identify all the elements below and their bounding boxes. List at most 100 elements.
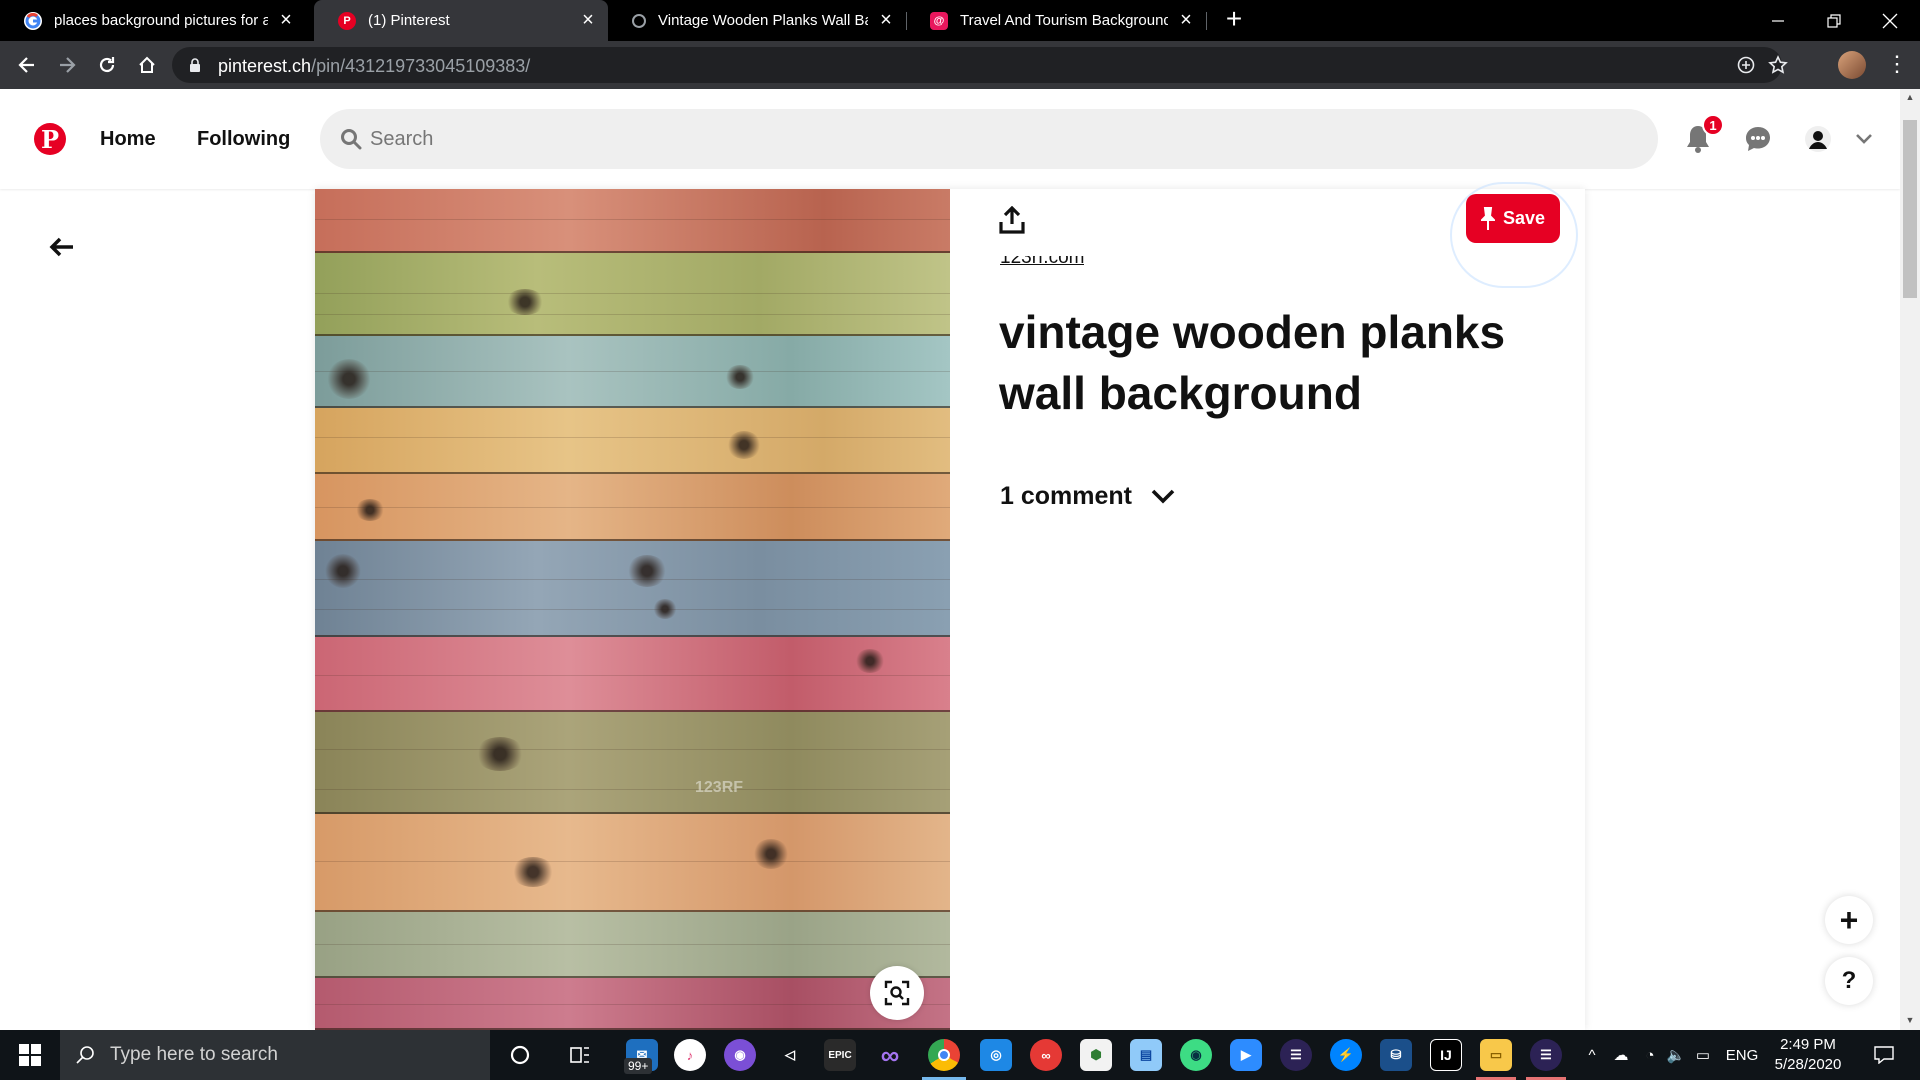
battery-icon[interactable]: ▭ — [1690, 1030, 1716, 1080]
wood-grain — [315, 1004, 950, 1005]
clock-time: 2:49 PM — [1780, 1036, 1836, 1053]
unity-icon[interactable]: ◁ — [774, 1039, 806, 1071]
cortana-icon[interactable] — [504, 1039, 536, 1071]
address-bar[interactable]: pinterest.ch/pin/431219733045109383/ — [172, 47, 1788, 83]
search-icon — [76, 1046, 94, 1064]
zoom-icon[interactable]: ▶ — [1230, 1039, 1262, 1071]
close-tab-icon[interactable]: × — [276, 9, 296, 31]
tab-separator — [1206, 12, 1207, 30]
package-app-icon[interactable]: ⬢ — [1080, 1039, 1112, 1071]
tray-overflow-chevron-icon[interactable]: ^ — [1580, 1030, 1604, 1080]
install-app-icon[interactable] — [1734, 53, 1758, 77]
nav-home-link[interactable]: Home — [100, 119, 156, 159]
share-upload-icon[interactable] — [996, 204, 1028, 236]
intellij-icon[interactable]: IJ — [1430, 1039, 1462, 1071]
close-pin-back-button[interactable] — [44, 229, 80, 265]
plank-khaki — [315, 712, 950, 814]
scrollbar-thumb[interactable] — [1903, 120, 1917, 298]
restore-icon — [1827, 13, 1841, 28]
lock-icon[interactable] — [190, 58, 200, 72]
pin-source-link[interactable]: 123rf.com — [1000, 256, 1084, 278]
scroll-up-icon[interactable]: ▲ — [1900, 92, 1920, 106]
action-center-icon[interactable] — [1864, 1030, 1904, 1080]
wood-knot — [725, 365, 755, 389]
comments-toggle[interactable]: 1 comment — [1000, 479, 1132, 513]
chrome-center-icon — [938, 1049, 950, 1061]
file-explorer-icon[interactable]: ▭ — [1480, 1039, 1512, 1071]
reload-button[interactable] — [92, 50, 122, 80]
nav-following-link[interactable]: Following — [197, 119, 290, 159]
arrow-left-icon — [49, 237, 73, 257]
restore-button[interactable] — [1806, 0, 1862, 41]
wifi-icon[interactable]: ◔ — [1638, 1030, 1662, 1080]
url-text[interactable]: pinterest.ch/pin/431219733045109383/ — [218, 56, 530, 77]
chevron-down-icon[interactable] — [1148, 482, 1178, 512]
browser-tab-strip: places background pictures for a × P (1)… — [0, 0, 1920, 41]
save-pin-button[interactable]: Save — [1466, 194, 1560, 243]
android-studio-icon[interactable]: ◉ — [1180, 1039, 1212, 1071]
search-input[interactable] — [370, 109, 1630, 169]
itunes-icon[interactable]: ♪ — [674, 1039, 706, 1071]
epic-games-icon[interactable]: EPIC — [824, 1039, 856, 1071]
tab-vintage-planks[interactable]: Vintage Wooden Planks Wall Bac × — [608, 0, 906, 41]
onedrive-cloud-icon[interactable]: ☁ — [1608, 1030, 1634, 1080]
taskbar-search-input[interactable] — [110, 1044, 470, 1066]
podcast-app-icon[interactable]: ◉ — [724, 1039, 756, 1071]
eclipse-icon[interactable]: ☰ — [1280, 1039, 1312, 1071]
tab-travel-tourism[interactable]: @ Travel And Tourism Background V × — [906, 0, 1206, 41]
minimize-icon — [1772, 19, 1784, 22]
create-pin-button[interactable]: + — [1825, 896, 1873, 944]
system-clock[interactable]: 2:49 PM 5/28/2020 — [1770, 1035, 1846, 1075]
pushpin-icon — [1480, 206, 1495, 230]
notes-app-icon[interactable]: ▤ — [1130, 1039, 1162, 1071]
wood-grain — [315, 749, 950, 750]
wood-knot — [627, 555, 667, 587]
minimize-button[interactable] — [1750, 0, 1806, 41]
pinterest-logo-icon[interactable]: P — [34, 123, 66, 155]
scroll-down-icon[interactable]: ▼ — [1900, 1015, 1920, 1029]
wood-grain — [315, 371, 950, 372]
home-icon — [139, 56, 155, 73]
wood-knot — [511, 857, 555, 887]
tab-pinterest[interactable]: P (1) Pinterest × — [314, 0, 608, 41]
mysql-workbench-icon[interactable]: ⛁ — [1380, 1039, 1412, 1071]
profile-avatar[interactable] — [1838, 51, 1866, 79]
browser-menu-icon[interactable]: ⋮ — [1886, 51, 1908, 79]
account-menu-chevron-icon[interactable] — [1842, 117, 1886, 161]
close-tab-icon[interactable]: × — [578, 9, 598, 31]
messenger-icon[interactable]: ⚡ — [1330, 1039, 1362, 1071]
visual-studio-icon[interactable]: ∞ — [874, 1039, 906, 1071]
volume-icon[interactable]: 🔈 — [1664, 1030, 1688, 1080]
wood-knot — [505, 289, 545, 315]
home-button[interactable] — [132, 50, 162, 80]
help-button[interactable]: ? — [1825, 957, 1873, 1005]
messages-icon[interactable] — [1736, 117, 1780, 161]
pinterest-search-bar[interactable] — [320, 109, 1658, 169]
wood-grain — [315, 609, 950, 610]
eclipse-second-icon[interactable]: ☰ — [1530, 1039, 1562, 1071]
chrome-icon[interactable] — [928, 1039, 960, 1071]
close-tab-icon[interactable]: × — [876, 9, 896, 31]
pin-image[interactable]: 123RF — [315, 189, 950, 1030]
wood-grain — [315, 861, 950, 862]
close-window-button[interactable] — [1862, 0, 1918, 41]
taskbar-search-box[interactable] — [60, 1030, 490, 1080]
start-button[interactable] — [0, 1030, 60, 1080]
watermark-text: 123RF — [695, 779, 744, 796]
new-tab-button[interactable]: + — [1220, 5, 1248, 34]
screen-capture-icon[interactable]: ◎ — [980, 1039, 1012, 1071]
user-profile-icon[interactable] — [1796, 117, 1840, 161]
task-view-icon[interactable] — [564, 1039, 596, 1071]
language-indicator[interactable]: ENG — [1722, 1030, 1762, 1080]
wood-knot — [653, 599, 677, 619]
forward-button[interactable] — [52, 50, 82, 80]
wood-grain — [315, 437, 950, 438]
back-button[interactable] — [12, 50, 42, 80]
star-bookmark-icon[interactable] — [1766, 53, 1790, 77]
close-tab-icon[interactable]: × — [1176, 9, 1196, 31]
search-icon — [341, 129, 362, 150]
arduino-icon[interactable]: ∞ — [1030, 1039, 1062, 1071]
visual-search-button[interactable] — [870, 966, 924, 1020]
plank-blue — [315, 541, 950, 637]
tab-google-search[interactable]: places background pictures for a × — [0, 0, 306, 41]
